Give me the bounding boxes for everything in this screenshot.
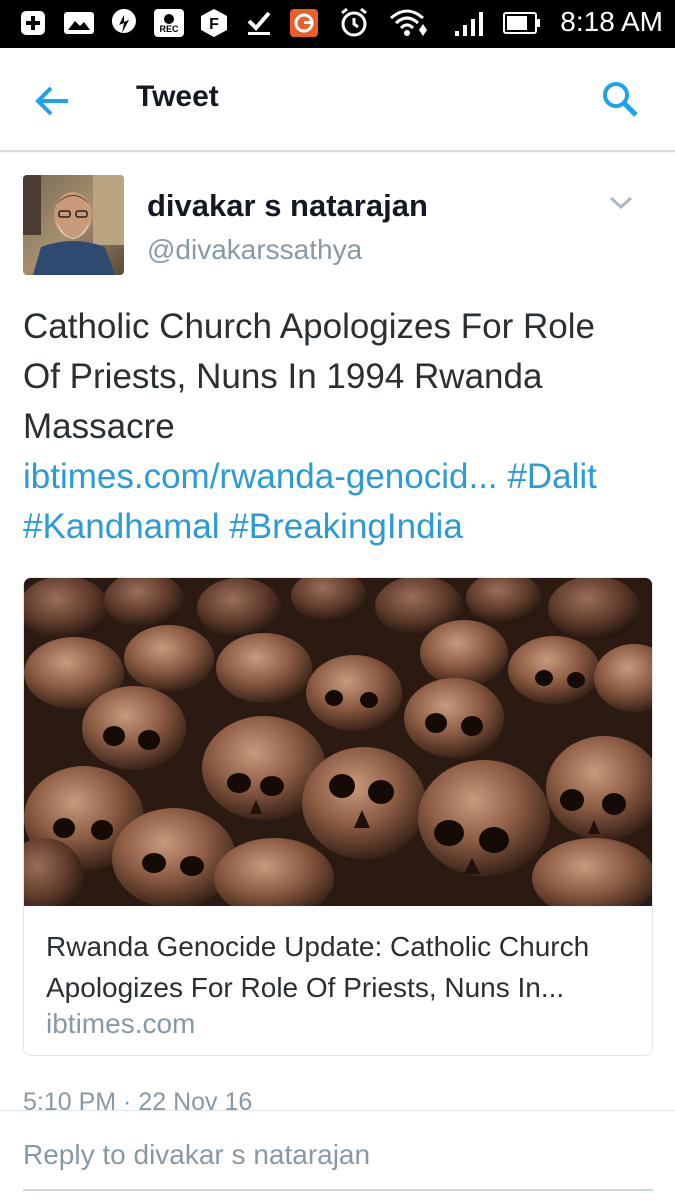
g-app-icon [288, 8, 320, 38]
article-link[interactable]: ibtimes.com/rwanda-genocid... [23, 457, 498, 496]
wifi-icon [388, 8, 430, 38]
svg-text:F: F [209, 16, 219, 33]
tweet-menu-button[interactable] [605, 188, 637, 218]
link-card[interactable]: Rwanda Genocide Update: Catholic Church … [23, 577, 653, 1056]
avatar[interactable] [23, 175, 124, 275]
author-handle[interactable]: @divakarssathya [147, 234, 362, 266]
add-box-icon [18, 8, 48, 38]
alarm-icon [337, 7, 371, 38]
arrow-back-icon [35, 86, 68, 116]
rec-icon: REC [152, 8, 186, 38]
signal-icon [452, 8, 488, 38]
f-app-icon: F [198, 8, 230, 38]
tweet-links-line: ibtimes.com/rwanda-genocid... #Dalit [23, 452, 658, 502]
chevron-down-icon [609, 196, 633, 210]
author-name[interactable]: divakar s natarajan [147, 188, 428, 224]
card-title-line: Rwanda Genocide Update: Catholic Church [46, 931, 590, 962]
card-title-line: Apologizes For Role Of Priests, Nuns In.… [46, 972, 565, 1003]
hashtag-breakingindia[interactable]: #BreakingIndia [229, 507, 463, 546]
card-title: Rwanda Genocide Update: Catholic Church … [46, 926, 636, 1008]
tweet-text-line: Massacre [23, 407, 175, 446]
tweet-hashtags-line: #Kandhamal #BreakingIndia [23, 502, 658, 552]
author-photo [23, 175, 124, 275]
page-title: Tweet [136, 80, 219, 113]
reply-underline [23, 1189, 653, 1191]
download-done-icon [244, 8, 274, 38]
status-bar: REC F 8:18 AM [0, 0, 675, 48]
clock: 8:18 AM [560, 6, 663, 37]
back-button[interactable] [30, 78, 76, 124]
card-image [24, 578, 652, 906]
search-button[interactable] [599, 78, 643, 122]
svg-text:REC: REC [159, 24, 179, 34]
search-icon [603, 82, 638, 117]
tweet-text-line: Catholic Church Apologizes For Role [23, 307, 595, 346]
hashtag-dalit[interactable]: #Dalit [507, 457, 596, 496]
card-domain: ibtimes.com [46, 1008, 196, 1039]
tweet-text: Catholic Church Apologizes For Role Of P… [23, 302, 658, 552]
app-bar: Tweet [0, 48, 675, 152]
speed-icon [108, 8, 140, 38]
battery-icon [502, 8, 542, 38]
tweet-text-line: Of Priests, Nuns In 1994 Rwanda [23, 357, 543, 396]
gallery-icon [62, 8, 96, 38]
reply-bar: Reply to divakar s natarajan [0, 1110, 675, 1200]
hashtag-kandhamal[interactable]: #Kandhamal [23, 507, 220, 546]
reply-input[interactable]: Reply to divakar s natarajan [23, 1139, 370, 1171]
